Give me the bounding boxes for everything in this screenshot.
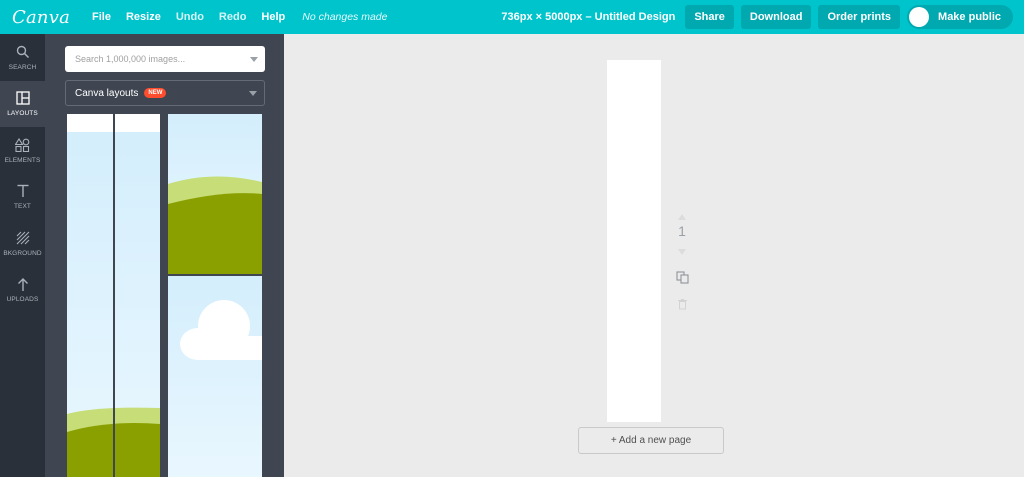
save-status: No changes made <box>302 11 388 23</box>
elements-icon <box>15 137 31 153</box>
page-tools: 1 <box>674 214 690 310</box>
sidebar-item-label: LAYOUTS <box>7 110 38 118</box>
layouts-icon <box>15 90 31 106</box>
design-page[interactable] <box>607 60 661 422</box>
top-bar: Canva File Resize Undo Redo Help No chan… <box>0 0 1024 34</box>
sidebar-item-label: TEXT <box>13 203 31 211</box>
sidebar-item-background[interactable]: BKGROUND <box>0 220 45 267</box>
sidebar-item-label: UPLOADS <box>6 296 39 304</box>
sidebar-item-label: BKGROUND <box>3 249 42 257</box>
toggle-knob <box>909 7 930 27</box>
chevron-down-icon <box>249 91 257 96</box>
canva-logo[interactable]: Canva <box>12 7 70 28</box>
make-public-label: Make public <box>938 11 1001 23</box>
sidebar-item-elements[interactable]: ELEMENTS <box>0 127 45 174</box>
sidebar-item-label: ELEMENTS <box>4 156 41 164</box>
sidebar-item-uploads[interactable]: UPLOADS <box>0 267 45 314</box>
background-icon <box>15 230 31 246</box>
strip-divider <box>113 114 115 477</box>
order-prints-button[interactable]: Order prints <box>818 5 901 29</box>
cloud-illustration <box>180 300 262 360</box>
search-icon <box>15 44 31 60</box>
add-page-button[interactable]: + Add a new page <box>578 427 724 454</box>
search-input[interactable] <box>75 54 235 64</box>
layouts-dropdown[interactable]: Canva layouts NEW <box>65 80 265 106</box>
text-icon <box>15 183 31 199</box>
sidebar-item-text[interactable]: TEXT <box>0 174 45 221</box>
make-public-toggle[interactable]: Make public <box>907 5 1013 29</box>
layout-thumbnail[interactable] <box>168 276 262 477</box>
sidebar-item-label: SEARCH <box>8 63 37 71</box>
dropdown-label: Canva layouts <box>75 87 139 99</box>
delete-page-icon[interactable] <box>677 298 688 310</box>
move-up-icon[interactable] <box>678 214 686 220</box>
chevron-down-icon[interactable] <box>250 57 258 62</box>
sidebar-rail: SEARCH LAYOUTS ELEMENTS TEXT BKGROUND UP… <box>0 34 45 477</box>
layout-thumbnail[interactable] <box>168 114 262 274</box>
sidebar-item-layouts[interactable]: LAYOUTS <box>0 80 45 127</box>
menu-undo[interactable]: Undo <box>176 11 204 23</box>
menu-file[interactable]: File <box>92 11 111 23</box>
menu-resize[interactable]: Resize <box>126 11 161 23</box>
image-search[interactable] <box>65 46 265 72</box>
layouts-panel: Canva layouts NEW <box>45 34 284 477</box>
page-number: 1 <box>678 223 686 239</box>
layout-thumbnails <box>65 112 265 477</box>
copy-page-icon[interactable] <box>675 271 689 284</box>
new-badge: NEW <box>144 88 167 98</box>
upload-icon <box>15 276 31 292</box>
canvas-workspace: 1 + Add a new page <box>284 34 1024 477</box>
sidebar-item-search[interactable]: SEARCH <box>0 34 45 81</box>
menu-redo[interactable]: Redo <box>219 11 247 23</box>
menu-help[interactable]: Help <box>261 11 285 23</box>
share-button[interactable]: Share <box>685 5 734 29</box>
hills-illustration <box>168 176 262 274</box>
move-down-icon[interactable] <box>678 249 686 255</box>
design-title[interactable]: 736px × 5000px – Untitled Design <box>501 11 675 23</box>
layout-thumbnail[interactable] <box>67 114 160 477</box>
download-button[interactable]: Download <box>740 5 812 29</box>
